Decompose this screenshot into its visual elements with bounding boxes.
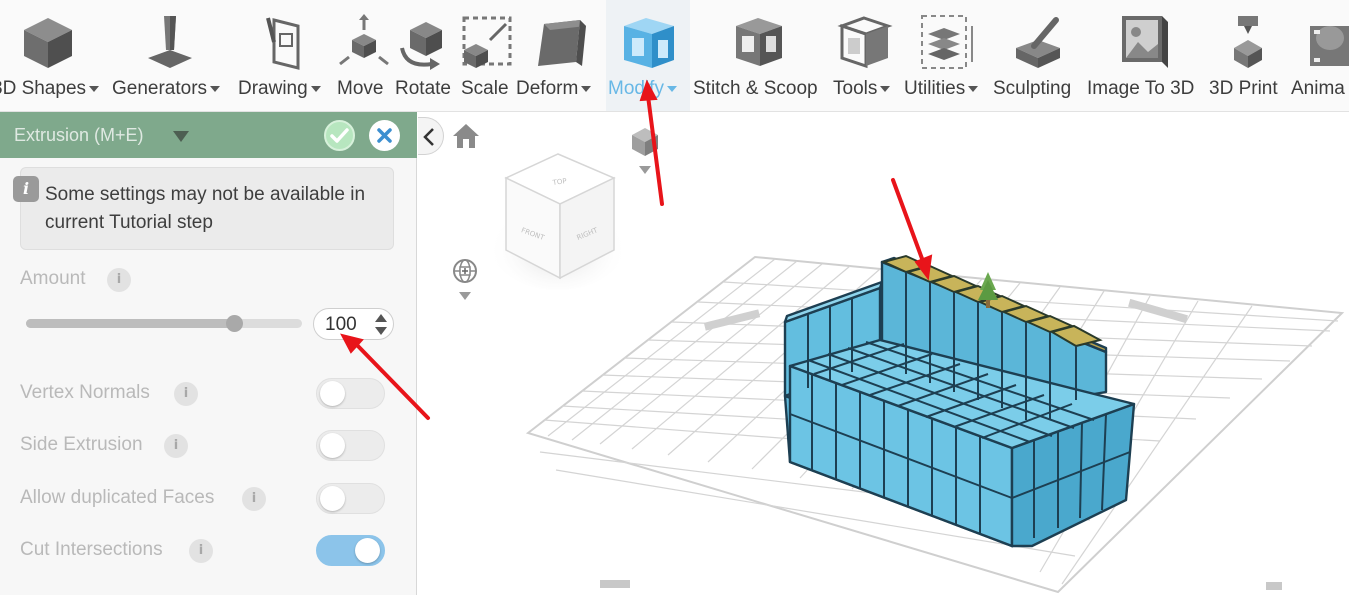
chevron-down-icon [968, 85, 979, 92]
toolbar-item-3d-shapes[interactable]: 3D Shapes [0, 0, 110, 111]
chevron-down-icon[interactable] [173, 131, 189, 142]
decrement-arrow-icon[interactable] [375, 327, 387, 335]
tutorial-notice-text: Some settings may not be available in cu… [45, 184, 366, 233]
cube-shape-icon [24, 18, 72, 68]
toolbar-item-rotate[interactable]: Rotate [392, 0, 458, 111]
help-icon[interactable]: i [107, 268, 131, 292]
help-icon[interactable]: i [174, 382, 198, 406]
panel-header: Extrusion (M+E) [0, 112, 417, 158]
toolbar-item-image-to-3d[interactable]: Image To 3D [1084, 0, 1206, 111]
main-toolbar: 3D Shapes Generators Drawing Move Rotate… [0, 0, 1349, 112]
close-icon [377, 128, 392, 143]
toolbar-label: Tools [833, 78, 878, 99]
toolbar-label: Deform [516, 78, 579, 99]
amount-value: 100 [325, 314, 357, 335]
toolbar-item-deform[interactable]: Deform [514, 0, 606, 111]
home-icon[interactable] [451, 121, 481, 151]
generator-icon [148, 16, 192, 68]
deform-icon [538, 20, 586, 66]
chevron-down-icon [310, 85, 321, 92]
toolbar-label: Modify [608, 78, 664, 99]
amount-slider-fill [26, 319, 234, 328]
scale-icon [462, 16, 512, 68]
drawing-icon [266, 17, 300, 70]
toolbar-item-sculpting[interactable]: Sculpting [990, 0, 1084, 111]
toolbar-label: Stitch & Scoop [693, 78, 818, 99]
tools-icon [837, 16, 893, 69]
chevron-down-icon [210, 85, 221, 92]
panel-title: Extrusion (M+E) [14, 125, 144, 145]
toolbar-label: Rotate [395, 78, 451, 99]
toolbar-item-generators[interactable]: Generators [110, 0, 236, 111]
globe-icon[interactable] [451, 258, 479, 306]
toolbar-label: Generators [112, 78, 208, 99]
chevron-down-icon [880, 85, 891, 92]
toolbar-label: Anima [1291, 78, 1345, 99]
3d-print-icon [1234, 16, 1262, 68]
move-icon [339, 14, 389, 66]
help-icon[interactable]: i [242, 487, 266, 511]
info-icon: i [13, 176, 39, 202]
chevron-left-icon [423, 128, 434, 146]
toolbar-item-animation[interactable]: Anima [1288, 0, 1349, 111]
stitch-scoop-icon [736, 18, 782, 66]
image-to-3d-icon [1122, 16, 1168, 68]
toolbar-label: Utilities [904, 78, 966, 99]
amount-slider-handle[interactable] [226, 315, 243, 332]
allow-duplicated-faces-toggle[interactable] [316, 483, 385, 514]
toolbar-label: 3D Print [1209, 78, 1278, 99]
rotate-icon [400, 22, 442, 70]
allow-duplicated-faces-label: Allow duplicated Faces [20, 487, 215, 508]
toolbar-label: 3D Shapes [0, 78, 87, 99]
navigation-cube[interactable]: TOP FRONT RIGHT [490, 150, 630, 290]
modify-icon [624, 18, 674, 68]
toolbar-item-scale[interactable]: Scale [458, 0, 514, 111]
toolbar-item-utilities[interactable]: Utilities [902, 0, 990, 111]
animation-icon [1310, 26, 1349, 66]
increment-arrow-icon[interactable] [375, 314, 387, 322]
extrusion-panel: Extrusion (M+E) i Some settings may not … [0, 112, 417, 595]
cut-intersections-toggle[interactable] [316, 535, 385, 566]
help-icon[interactable]: i [164, 434, 188, 458]
chevron-down-icon [581, 85, 592, 92]
toolbar-item-3d-print[interactable]: 3D Print [1206, 0, 1288, 111]
view-cube-icon[interactable] [628, 122, 662, 176]
confirm-button[interactable] [324, 120, 355, 151]
toolbar-item-move[interactable]: Move [334, 0, 392, 111]
toolbar-label: Image To 3D [1087, 78, 1195, 99]
toolbar-label: Sculpting [993, 78, 1072, 99]
cut-intersections-label: Cut Intersections [20, 539, 163, 560]
toolbar-label: Scale [461, 78, 509, 99]
side-extrusion-toggle[interactable] [316, 430, 385, 461]
chevron-down-icon [666, 85, 677, 92]
amount-label: Amount [20, 268, 86, 289]
toolbar-item-modify[interactable]: Modify [606, 0, 690, 111]
toolbar-label: Move [337, 78, 384, 99]
side-extrusion-label: Side Extrusion [20, 434, 143, 455]
toolbar-item-drawing[interactable]: Drawing [236, 0, 334, 111]
toolbar-item-tools[interactable]: Tools [830, 0, 902, 111]
collapse-panel-button[interactable] [418, 117, 444, 155]
vertex-normals-toggle[interactable] [316, 378, 385, 409]
toolbar-label: Drawing [238, 78, 308, 99]
chevron-down-icon [89, 85, 100, 92]
checkmark-icon [330, 128, 349, 143]
amount-input[interactable]: 100 [313, 308, 394, 340]
toolbar-item-stitch-scoop[interactable]: Stitch & Scoop [690, 0, 830, 111]
utilities-icon [921, 15, 973, 69]
help-icon[interactable]: i [189, 539, 213, 563]
vertex-normals-label: Vertex Normals [20, 382, 150, 403]
cancel-button[interactable] [369, 120, 400, 151]
sculpting-icon [1016, 17, 1060, 68]
